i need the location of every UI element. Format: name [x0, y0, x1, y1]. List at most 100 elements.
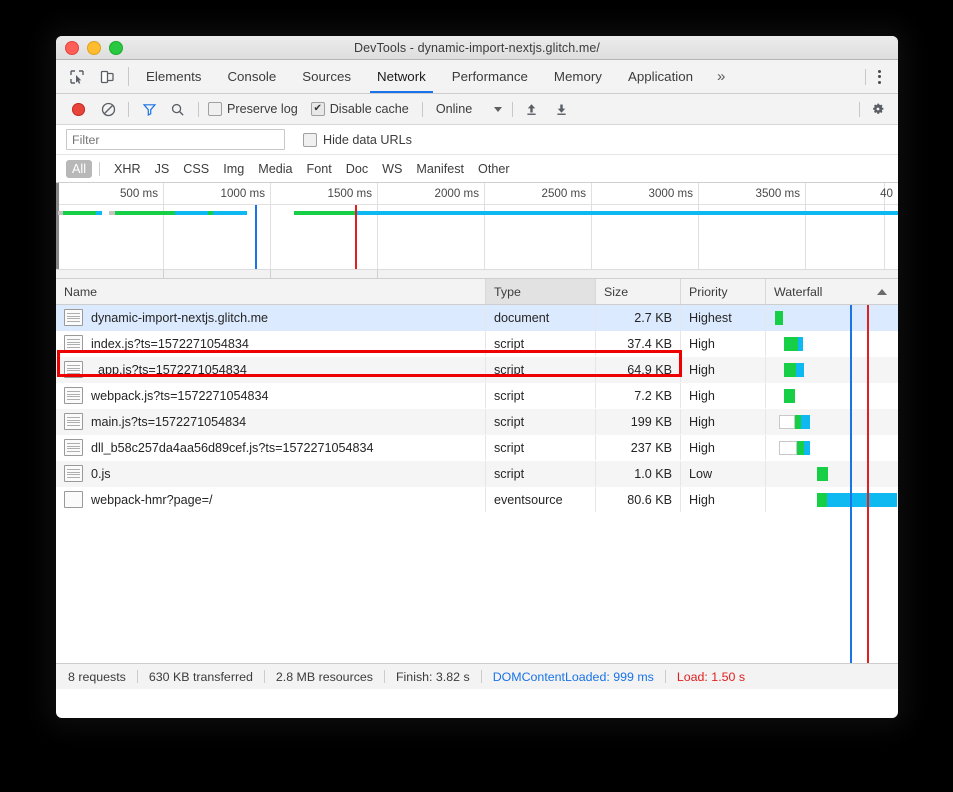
- type-filter-other[interactable]: Other: [471, 160, 517, 178]
- overview-tick-label: 500 ms: [120, 187, 163, 200]
- hide-data-urls-box: [303, 133, 317, 147]
- type-filter-doc[interactable]: Doc: [339, 160, 375, 178]
- overview-band: [294, 211, 356, 215]
- overview-scroll-tick: [163, 270, 164, 278]
- filter-icon[interactable]: [137, 97, 161, 121]
- tab-application[interactable]: Application: [615, 60, 706, 93]
- tab-memory[interactable]: Memory: [541, 60, 615, 93]
- tab-elements[interactable]: Elements: [133, 60, 214, 93]
- preserve-log-label: Preserve log: [227, 102, 298, 116]
- status-finish: Finish: 3.82 s: [385, 670, 481, 684]
- device-toolbar-icon[interactable]: [96, 66, 118, 88]
- table-row[interactable]: index.js?ts=1572271054834 script 37.4 KB…: [56, 331, 898, 357]
- table-row[interactable]: main.js?ts=1572271054834 script 199 KB H…: [56, 409, 898, 435]
- overview-gridline: [698, 183, 699, 278]
- table-row[interactable]: 0.js script 1.0 KB Low: [56, 461, 898, 487]
- preserve-log-checkbox[interactable]: Preserve log: [208, 102, 298, 116]
- cell-name: 0.js: [56, 461, 486, 486]
- cell-waterfall: [766, 487, 897, 512]
- tab-performance[interactable]: Performance: [439, 60, 541, 93]
- cell-type: script: [486, 331, 596, 356]
- search-icon[interactable]: [165, 97, 189, 121]
- type-filter-manifest[interactable]: Manifest: [409, 160, 471, 178]
- column-header-waterfall[interactable]: Waterfall: [766, 279, 897, 304]
- script-icon: [64, 413, 83, 430]
- disable-cache-label: Disable cache: [330, 102, 409, 116]
- type-filter-xhr[interactable]: XHR: [107, 160, 148, 178]
- clear-button[interactable]: [96, 97, 120, 121]
- chevron-down-icon: [494, 107, 502, 112]
- status-dom-content-loaded: DOMContentLoaded: 999 ms: [482, 670, 665, 684]
- type-filter-all[interactable]: All: [66, 160, 92, 178]
- inspect-element-icon[interactable]: [66, 66, 88, 88]
- waterfall-queue-bar: [779, 441, 797, 455]
- overview-band: [213, 211, 247, 215]
- tab-network[interactable]: Network: [364, 60, 439, 93]
- overview-gridline: [163, 183, 164, 278]
- cell-waterfall: [766, 331, 897, 356]
- import-har-icon[interactable]: [519, 97, 543, 121]
- cell-waterfall: [766, 383, 897, 408]
- cell-type: script: [486, 357, 596, 382]
- type-filter-font[interactable]: Font: [300, 160, 339, 178]
- filter-bar: Hide data URLs: [56, 125, 898, 155]
- table-row[interactable]: webpack-hmr?page=/ eventsource 80.6 KB H…: [56, 487, 898, 513]
- type-filter-css[interactable]: CSS: [176, 160, 216, 178]
- tabstrip-divider: [128, 67, 129, 86]
- script-icon: [64, 465, 83, 482]
- cell-waterfall: [766, 357, 897, 382]
- more-tabs-label: »: [717, 68, 725, 85]
- waterfall-bar: [817, 493, 827, 507]
- throttling-select[interactable]: Online: [425, 102, 512, 116]
- waterfall-bar: [827, 493, 897, 507]
- tab-console[interactable]: Console: [214, 60, 289, 93]
- status-requests: 8 requests: [68, 670, 137, 684]
- tab-label: Memory: [554, 69, 602, 84]
- disable-cache-checkbox[interactable]: ✔ Disable cache: [311, 102, 409, 116]
- type-filter-js[interactable]: JS: [148, 160, 177, 178]
- panel-tabs: Elements Console Sources Network Perform…: [133, 60, 861, 93]
- overview-left-handle[interactable]: [56, 183, 59, 278]
- table-row[interactable]: dynamic-import-nextjs.glitch.me document…: [56, 305, 898, 331]
- cell-priority: High: [681, 409, 766, 434]
- column-header-size[interactable]: Size: [596, 279, 681, 304]
- type-filter-ws[interactable]: WS: [375, 160, 409, 178]
- record-button[interactable]: [66, 97, 90, 121]
- overview-band: [96, 211, 102, 215]
- type-filter-media[interactable]: Media: [251, 160, 299, 178]
- preserve-log-box: [208, 102, 222, 116]
- table-row[interactable]: webpack.js?ts=1572271054834 script 7.2 K…: [56, 383, 898, 409]
- cell-priority: Highest: [681, 305, 766, 330]
- more-options-icon[interactable]: [870, 70, 889, 84]
- cell-priority: High: [681, 383, 766, 408]
- column-header-priority[interactable]: Priority: [681, 279, 766, 304]
- column-header-name[interactable]: Name: [56, 279, 486, 304]
- cell-size: 199 KB: [596, 409, 681, 434]
- cell-type: eventsource: [486, 487, 596, 512]
- search-input[interactable]: [66, 129, 285, 150]
- hide-data-urls-checkbox[interactable]: Hide data URLs: [303, 133, 412, 147]
- column-header-type[interactable]: Type: [486, 279, 596, 304]
- cell-name: index.js?ts=1572271054834: [56, 331, 486, 356]
- table-row[interactable]: dll_b58c257da4aa56d89cef.js?ts=157227105…: [56, 435, 898, 461]
- cell-name: webpack-hmr?page=/: [56, 487, 486, 512]
- network-overview[interactable]: 500 ms 1000 ms 1500 ms 2000 ms 2500 ms 3…: [56, 183, 898, 279]
- overview-dcl-marker: [255, 205, 257, 278]
- cell-waterfall: [766, 435, 897, 460]
- export-har-icon[interactable]: [549, 97, 573, 121]
- cell-name: dll_b58c257da4aa56d89cef.js?ts=157227105…: [56, 435, 486, 460]
- more-tabs-icon[interactable]: »: [706, 60, 736, 93]
- settings-gear-icon[interactable]: [866, 97, 890, 121]
- overview-tick-label: 1500 ms: [328, 187, 377, 200]
- screenshot-stage: DevTools - dynamic-import-nextjs.glitch.…: [0, 0, 953, 792]
- toolbar-divider-4: [512, 102, 513, 117]
- script-icon: [64, 439, 83, 456]
- status-transferred: 630 KB transferred: [138, 670, 264, 684]
- type-filter-img[interactable]: Img: [216, 160, 251, 178]
- overview-gridline: [805, 183, 806, 278]
- waterfall-bar: [798, 337, 803, 351]
- tab-sources[interactable]: Sources: [289, 60, 364, 93]
- requests-table-header: Name Type Size Priority Waterfall: [56, 279, 898, 305]
- table-row[interactable]: _app.js?ts=1572271054834 script 64.9 KB …: [56, 357, 898, 383]
- overview-scroll-strip[interactable]: [56, 269, 898, 278]
